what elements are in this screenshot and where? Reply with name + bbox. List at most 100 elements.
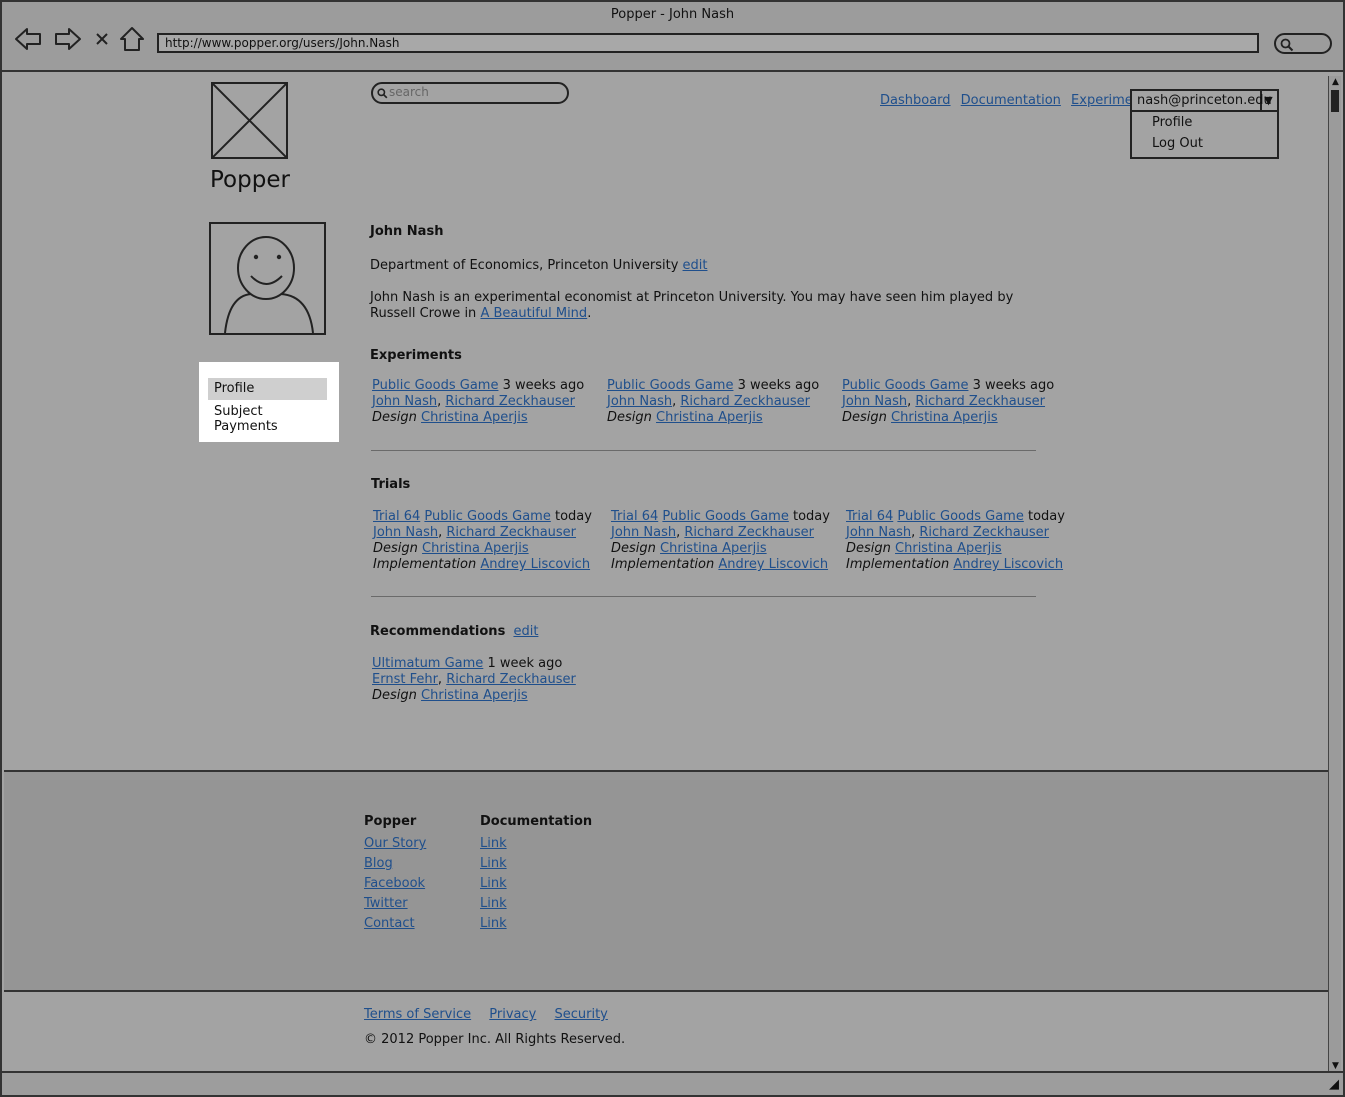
scrollbar-thumb[interactable] — [1331, 90, 1339, 112]
designer-link[interactable]: Christina Aperjis — [421, 410, 528, 425]
bio-period: . — [587, 306, 592, 321]
designer-link[interactable]: Christina Aperjis — [421, 688, 528, 703]
trial-game-link[interactable]: Public Goods Game — [897, 509, 1023, 524]
vertical-scrollbar[interactable]: ▲ ▼ — [1328, 76, 1341, 1072]
experiment-card: Public Goods Game 3 weeks ago John Nash,… — [607, 378, 820, 425]
trial-link[interactable]: Trial 64 — [373, 509, 420, 524]
recommendation-card: Ultimatum Game 1 week ago Ernst Fehr, Ri… — [372, 656, 576, 703]
footer-link-our-story[interactable]: Our Story — [364, 836, 426, 851]
person-link[interactable]: John Nash — [607, 394, 672, 409]
legal-links: Terms of Service Privacy Security — [364, 1007, 622, 1022]
resize-grip-icon[interactable]: ◢ — [1329, 1077, 1339, 1092]
home-icon[interactable] — [118, 26, 146, 52]
footer-link-twitter[interactable]: Twitter — [364, 896, 408, 911]
footer-doc-link[interactable]: Link — [480, 836, 507, 851]
implementer-link[interactable]: Andrey Liscovich — [480, 557, 590, 572]
nav-documentation-link[interactable]: Documentation — [961, 93, 1061, 108]
experiment-time: 3 weeks ago — [972, 378, 1055, 393]
trial-game-link[interactable]: Public Goods Game — [662, 509, 788, 524]
footer-doc-link[interactable]: Link — [480, 876, 507, 891]
trial-link[interactable]: Trial 64 — [846, 509, 893, 524]
sidenav-item-subject-payments[interactable]: Subject Payments — [208, 401, 327, 434]
bio-movie-link[interactable]: A Beautiful Mind — [480, 306, 587, 321]
implementation-label: Implementation — [846, 557, 950, 572]
menu-item-profile[interactable]: Profile — [1152, 115, 1192, 130]
person-link[interactable]: John Nash — [373, 525, 438, 540]
scroll-down-arrow-icon[interactable]: ▼ — [1330, 1061, 1341, 1071]
person-link[interactable]: John Nash — [846, 525, 911, 540]
design-label: Design — [611, 541, 656, 556]
trial-card: Trial 64 Public Goods Game today John Na… — [373, 509, 592, 572]
person-link[interactable]: Richard Zeckhauser — [684, 525, 814, 540]
implementer-link[interactable]: Andrey Liscovich — [953, 557, 1063, 572]
footer-doc-link[interactable]: Link — [480, 856, 507, 871]
design-label: Design — [372, 688, 417, 703]
profile-department-line: Department of Economics, Princeton Unive… — [370, 258, 708, 273]
privacy-link[interactable]: Privacy — [489, 1007, 536, 1022]
person-link[interactable]: Richard Zeckhauser — [919, 525, 1049, 540]
person-link[interactable]: Richard Zeckhauser — [446, 672, 576, 687]
footer-column-popper: Popper Our Story Blog Facebook Twitter C… — [364, 812, 426, 934]
designer-link[interactable]: Christina Aperjis — [656, 410, 763, 425]
implementation-label: Implementation — [611, 557, 715, 572]
designer-link[interactable]: Christina Aperjis — [660, 541, 767, 556]
experiment-time: 3 weeks ago — [502, 378, 585, 393]
nav-dashboard-link[interactable]: Dashboard — [880, 93, 951, 108]
security-link[interactable]: Security — [554, 1007, 607, 1022]
experiments-heading: Experiments — [370, 348, 462, 363]
back-arrow-icon[interactable] — [14, 26, 42, 52]
person-link[interactable]: Richard Zeckhauser — [915, 394, 1045, 409]
site-search-input[interactable]: search — [371, 82, 569, 104]
designer-link[interactable]: Christina Aperjis — [422, 541, 529, 556]
experiment-game-link[interactable]: Public Goods Game — [372, 378, 498, 393]
browser-search-field[interactable] — [1274, 33, 1332, 54]
footer-doc-link[interactable]: Link — [480, 916, 507, 931]
person-link[interactable]: John Nash — [372, 394, 437, 409]
person-link[interactable]: Ernst Fehr — [372, 672, 438, 687]
search-icon — [1280, 38, 1294, 52]
account-dropdown[interactable]: nash@princeton.edu ▼ Profile Log Out — [1130, 89, 1279, 159]
implementer-link[interactable]: Andrey Liscovich — [718, 557, 828, 572]
forward-arrow-icon[interactable] — [54, 26, 82, 52]
edit-department-link[interactable]: edit — [683, 258, 708, 273]
person-link[interactable]: Richard Zeckhauser — [445, 394, 575, 409]
trial-time: today — [1027, 509, 1065, 524]
design-label: Design — [846, 541, 891, 556]
experiment-game-link[interactable]: Public Goods Game — [607, 378, 733, 393]
chevron-down-icon[interactable]: ▼ — [1260, 91, 1277, 112]
trial-time: today — [554, 509, 592, 524]
sidenav-item-profile[interactable]: Profile — [208, 378, 327, 400]
recommendation-game-link[interactable]: Ultimatum Game — [372, 656, 483, 671]
stop-icon[interactable] — [92, 26, 112, 52]
brand-name[interactable]: Popper — [210, 167, 290, 193]
recommendation-time: 1 week ago — [487, 656, 563, 671]
footer-link-facebook[interactable]: Facebook — [364, 876, 425, 891]
footer-doc-link[interactable]: Link — [480, 896, 507, 911]
footer-column-documentation: Documentation Link Link Link Link Link — [480, 812, 592, 934]
profile-department: Department of Economics, Princeton Unive… — [370, 258, 679, 273]
person-link[interactable]: John Nash — [611, 525, 676, 540]
footer-heading: Popper — [364, 814, 417, 829]
designer-link[interactable]: Christina Aperjis — [895, 541, 1002, 556]
top-navigation: Dashboard Documentation Experiments — [874, 93, 1153, 108]
terms-of-service-link[interactable]: Terms of Service — [364, 1007, 471, 1022]
copyright-notice: © 2012 Popper Inc. All Rights Reserved. — [364, 1032, 626, 1047]
footer-link-contact[interactable]: Contact — [364, 916, 415, 931]
person-link[interactable]: Richard Zeckhauser — [446, 525, 576, 540]
scroll-up-arrow-icon[interactable]: ▲ — [1330, 77, 1341, 87]
edit-recommendations-link[interactable]: edit — [513, 624, 538, 639]
trial-game-link[interactable]: Public Goods Game — [424, 509, 550, 524]
designer-link[interactable]: Christina Aperjis — [891, 410, 998, 425]
account-email[interactable]: nash@princeton.edu — [1132, 91, 1272, 112]
person-link[interactable]: Richard Zeckhauser — [680, 394, 810, 409]
person-link[interactable]: John Nash — [842, 394, 907, 409]
logo-placeholder-image[interactable] — [211, 82, 288, 159]
menu-item-log-out[interactable]: Log Out — [1152, 136, 1203, 151]
status-bar: ◢ — [2, 1071, 1343, 1095]
url-bar[interactable]: http://www.popper.org/users/John.Nash — [157, 33, 1259, 53]
trial-time: today — [792, 509, 830, 524]
footer-link-blog[interactable]: Blog — [364, 856, 393, 871]
trial-link[interactable]: Trial 64 — [611, 509, 658, 524]
window-title: Popper - John Nash — [610, 7, 735, 22]
experiment-game-link[interactable]: Public Goods Game — [842, 378, 968, 393]
